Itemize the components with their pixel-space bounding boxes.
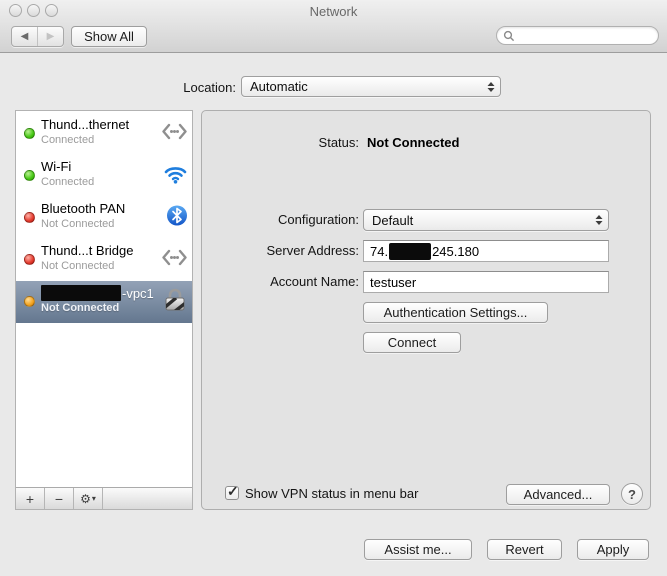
status-dot-green (24, 128, 35, 139)
configuration-popup[interactable]: Default (363, 209, 609, 231)
checkmark-icon: ✓ (227, 483, 239, 500)
account-name-label: Account Name: (202, 274, 359, 289)
network-services-list: Thund...thernet Connected Wi-Fi Connecte… (16, 113, 192, 323)
show-vpn-status-label: Show VPN status in menu bar (245, 486, 418, 501)
service-status: Connected (41, 176, 94, 188)
popup-stepper-icon (595, 214, 603, 226)
location-popup[interactable]: Automatic (241, 76, 501, 97)
forward-icon: ▶ (47, 31, 55, 42)
service-status: Connected (41, 134, 94, 146)
back-forward-control: ◀ ▶ (11, 26, 64, 47)
connect-button[interactable]: Connect (363, 332, 461, 353)
location-value: Automatic (250, 79, 308, 94)
status-dot-orange (24, 296, 35, 307)
caret-down-icon: ▾ (92, 494, 96, 503)
show-all-button[interactable]: Show All (71, 26, 147, 47)
thunderbolt-bridge-icon (161, 248, 188, 273)
list-item-bluetooth-pan[interactable]: Bluetooth PAN Not Connected (16, 197, 192, 239)
status-dot-green (24, 170, 35, 181)
title-bar: Network ◀ ▶ Show All (0, 0, 667, 53)
lock-icon (162, 286, 188, 318)
server-address-suffix: 245.180 (432, 244, 479, 259)
service-name: Thund...thernet (41, 117, 129, 132)
list-item-thunderbolt-ethernet[interactable]: Thund...thernet Connected (16, 113, 192, 155)
service-name: Bluetooth PAN (41, 201, 125, 216)
search-icon (503, 30, 515, 42)
service-status: Not Connected (41, 218, 114, 230)
redaction-box (389, 243, 431, 260)
window-title: Network (0, 4, 667, 19)
service-status: Not Connected (41, 260, 114, 272)
list-item-wifi[interactable]: Wi-Fi Connected (16, 155, 192, 197)
service-name: Wi-Fi (41, 159, 71, 174)
authentication-settings-button[interactable]: Authentication Settings... (363, 302, 548, 323)
add-service-button[interactable]: + (16, 488, 45, 509)
advanced-button[interactable]: Advanced... (506, 484, 610, 505)
list-item-thunderbolt-bridge[interactable]: Thund...t Bridge Not Connected (16, 239, 192, 281)
vpn-settings-panel: Status: Not Connected Configuration: Def… (201, 110, 651, 510)
sidebar-action-bar-filler (103, 488, 192, 509)
remove-service-button[interactable]: − (45, 488, 74, 509)
account-name-value: testuser (370, 275, 416, 290)
gear-icon: ⚙ (80, 492, 91, 506)
status-label: Status: (202, 135, 359, 150)
network-services-sidebar: Thund...thernet Connected Wi-Fi Connecte… (15, 110, 193, 510)
search-input[interactable] (518, 28, 658, 43)
configuration-label: Configuration: (202, 212, 359, 227)
list-item-vpn-selected[interactable]: -vpc1 Not Connected (16, 281, 192, 323)
server-address-field[interactable]: 74. 245.180 (363, 240, 609, 262)
forward-button[interactable]: ▶ (37, 27, 63, 46)
redaction-box (41, 285, 121, 301)
configuration-value: Default (372, 213, 413, 228)
search-field[interactable] (496, 26, 659, 45)
back-icon: ◀ (21, 31, 29, 42)
popup-stepper-icon (487, 81, 495, 93)
revert-button[interactable]: Revert (487, 539, 562, 560)
network-preferences-window: Network ◀ ▶ Show All Location: Automatic (0, 0, 667, 576)
status-dot-red (24, 212, 35, 223)
server-address-label: Server Address: (202, 243, 359, 258)
account-name-field[interactable]: testuser (363, 271, 609, 293)
wifi-icon (163, 163, 188, 189)
thunderbolt-ethernet-icon (161, 122, 188, 147)
status-value: Not Connected (367, 135, 459, 150)
assist-me-button[interactable]: Assist me... (364, 539, 472, 560)
server-address-prefix: 74. (370, 244, 388, 259)
apply-button[interactable]: Apply (577, 539, 649, 560)
action-menu-button[interactable]: ⚙ ▾ (74, 488, 103, 509)
bluetooth-icon (166, 205, 188, 232)
sidebar-action-bar: + − ⚙ ▾ (16, 487, 192, 509)
service-name: -vpc1 (41, 285, 154, 301)
service-name: Thund...t Bridge (41, 243, 134, 258)
show-vpn-status-checkbox[interactable]: ✓ (225, 486, 239, 500)
status-dot-red (24, 254, 35, 265)
location-label: Location: (0, 80, 236, 95)
back-button[interactable]: ◀ (12, 27, 37, 46)
help-button[interactable]: ? (621, 483, 643, 505)
service-status: Not Connected (41, 302, 119, 314)
